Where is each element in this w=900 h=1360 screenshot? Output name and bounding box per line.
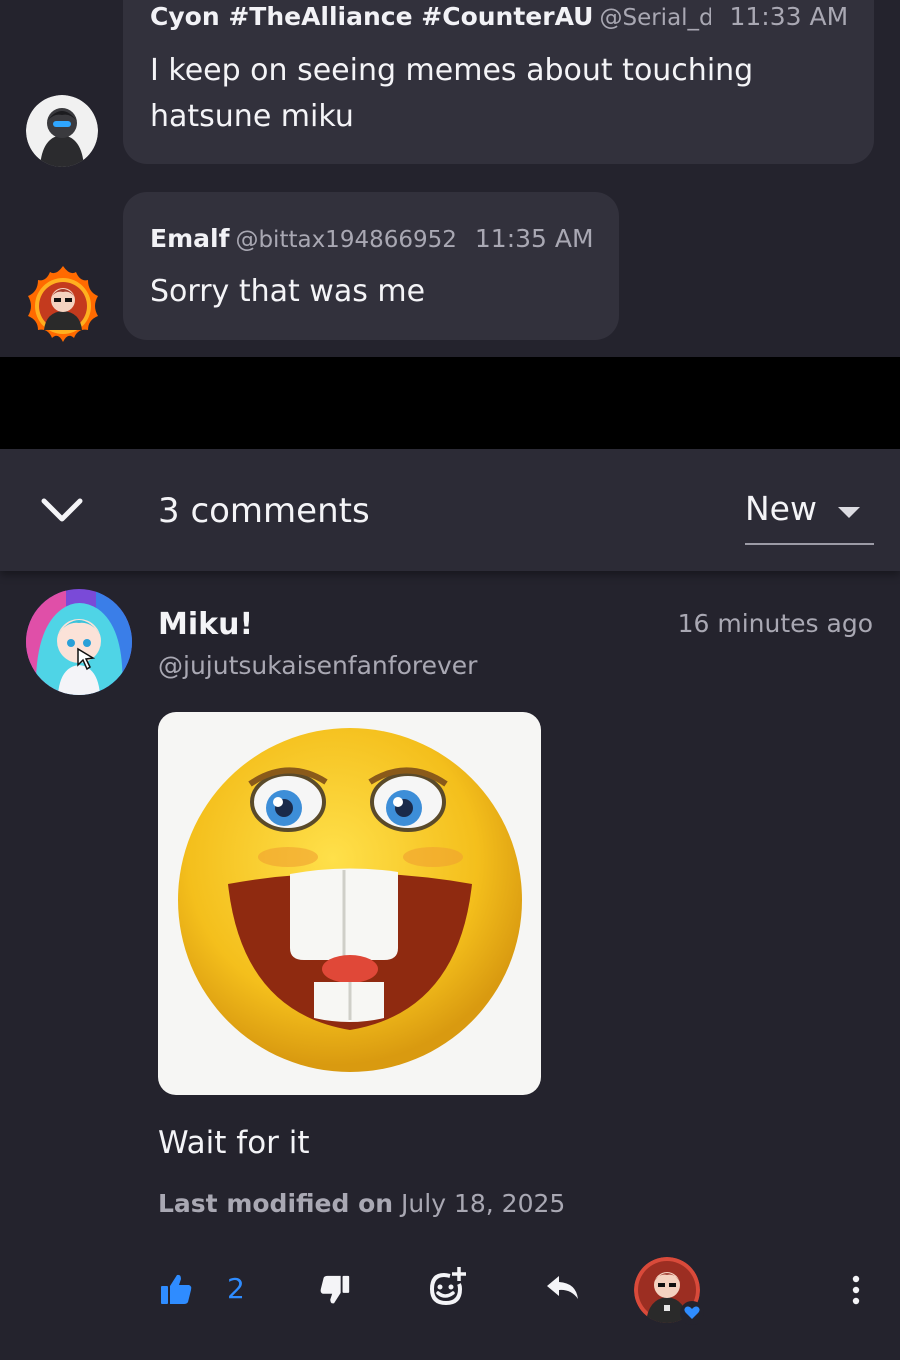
comments-count: 3 comments [158,491,370,531]
commenter-name[interactable]: Miku! [158,607,253,642]
message-text-line: Sorry that was me [150,274,426,309]
laughing-emoji-image [178,728,522,1072]
message-time: 11:33 AM [729,2,849,31]
more-options-button[interactable] [850,1275,862,1305]
dislike-button[interactable] [318,1273,352,1307]
comment-actions: 2 [0,1251,900,1331]
message-author[interactable]: Cyon #TheAlliance #CounterAU [150,2,593,31]
like-count: 2 [227,1272,245,1305]
divider-band [0,357,900,449]
add-reaction-button[interactable] [428,1265,468,1307]
message-text: I keep on seeing memes about touching ha… [150,48,753,140]
caret-down-icon [838,507,860,518]
chevron-down-icon [41,498,83,522]
message-text-line: hatsune miku [150,99,354,134]
thumbs-down-icon [320,1275,350,1304]
commenter-avatar[interactable] [26,589,132,695]
thumbs-up-icon [161,1274,192,1304]
commenter-handle[interactable]: @jujutsukaisenfanforever [158,651,477,680]
message-handle[interactable]: @Serial_de [599,5,711,31]
like-button[interactable] [158,1271,194,1307]
message-time: 11:35 AM [474,224,594,253]
comments-header: 3 comments New [0,449,900,571]
collapse-button[interactable] [36,489,88,533]
chat-thread: Cyon #TheAlliance #CounterAU@Serial_de 11… [0,0,900,357]
comment-text: Wait for it [158,1125,310,1161]
message-text: Sorry that was me [150,269,425,315]
last-modified-date: July 18, 2025 [401,1189,566,1218]
comment-item: Miku! @jujutsukaisenfanforever 16 minute… [0,571,900,1360]
cyon-avatar[interactable] [26,95,98,167]
add-reaction-icon [429,1267,466,1306]
more-vertical-icon [852,1275,860,1305]
message-bubble: Emalf @bittax194866952 11:35 AM Sorry that… [123,192,619,340]
last-modified-label: Last modified on [158,1189,394,1218]
last-modified: Last modified on July 18, 2025 [158,1189,565,1218]
message-bubble: Cyon #TheAlliance #CounterAU@Serial_de 11… [123,0,874,164]
current-user-avatar[interactable] [634,1257,704,1325]
emalf-avatar[interactable] [24,264,102,344]
comment-time: 16 minutes ago [677,609,873,638]
reply-icon [547,1276,578,1299]
reply-button[interactable] [545,1273,581,1303]
sort-selected-value: New [745,489,817,528]
message-handle[interactable]: @bittax194866952 [235,227,456,253]
comment-image[interactable] [158,712,541,1095]
heart-icon [680,1301,704,1325]
message-text-line: I keep on seeing memes about touching [150,53,754,88]
sort-dropdown[interactable]: New [745,485,874,545]
message-author[interactable]: Emalf [150,224,229,253]
